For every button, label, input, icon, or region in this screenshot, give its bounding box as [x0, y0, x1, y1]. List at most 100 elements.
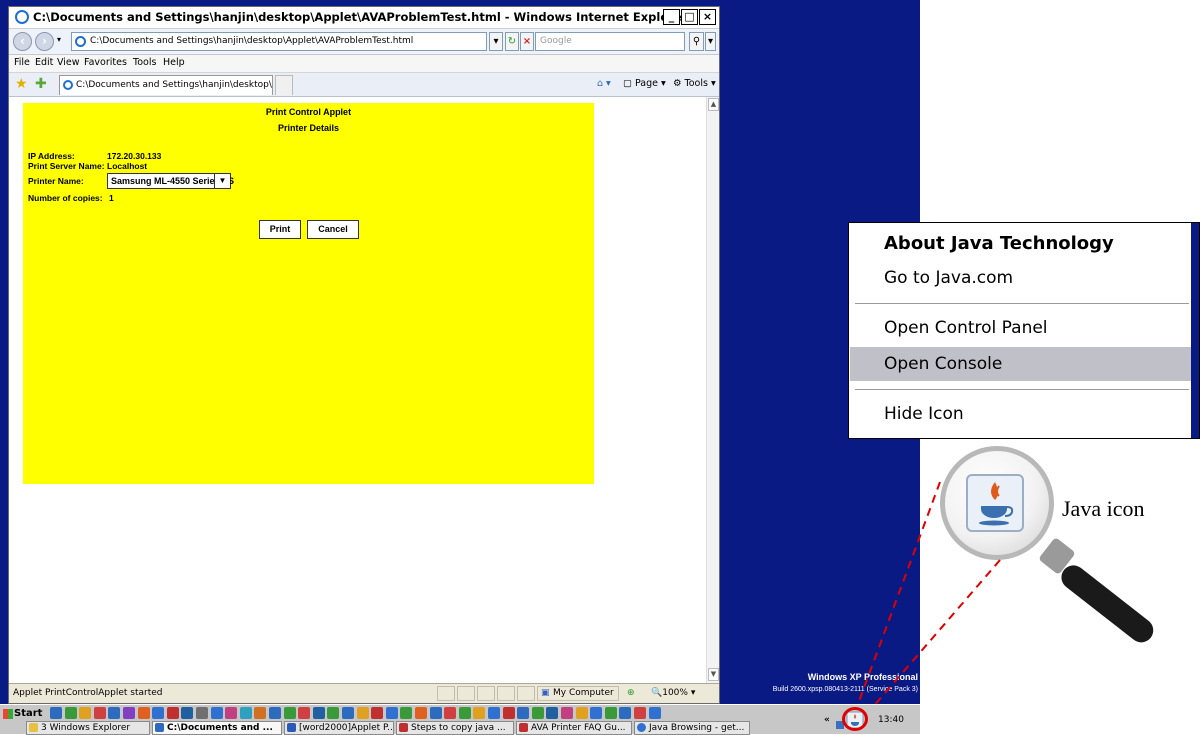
quick-launch-icon[interactable]	[342, 707, 354, 719]
quick-launch-icon[interactable]	[634, 707, 646, 719]
minimize-button[interactable]: _	[663, 9, 680, 25]
quick-launch-icon[interactable]	[590, 707, 603, 719]
tools-menu[interactable]: ⚙ Tools ▾	[673, 78, 716, 89]
quick-launch-icon[interactable]	[488, 707, 500, 719]
tray-expand-icon[interactable]: «	[824, 715, 830, 725]
back-arrow-icon[interactable]: ‹	[13, 32, 32, 51]
zoom-level[interactable]: 🔍100% ▾	[651, 688, 695, 698]
quick-launch-icon[interactable]	[371, 707, 384, 719]
quick-launch-icon[interactable]	[575, 707, 588, 719]
quick-launch-icon[interactable]	[312, 707, 325, 719]
quick-launch-icon[interactable]	[458, 707, 471, 719]
quick-launch-icon[interactable]	[415, 707, 427, 719]
quick-launch-icon[interactable]	[561, 707, 573, 719]
quick-launch-icon[interactable]	[93, 707, 106, 719]
protected-mode-icon[interactable]: ⊕	[627, 688, 635, 698]
quick-launch-icon[interactable]	[152, 707, 165, 719]
quick-launch-icon[interactable]	[429, 707, 442, 719]
taskbar-label: Steps to copy java ...	[411, 723, 506, 733]
taskbar-button[interactable]: AVA Printer FAQ Gu...	[516, 721, 632, 735]
stop-icon[interactable]: ×	[520, 32, 534, 51]
scroll-up-icon[interactable]: ▲	[708, 98, 719, 111]
menu-go-to-java[interactable]: Go to Java.com	[850, 261, 1192, 295]
home-icon[interactable]: ⌂ ▾	[597, 78, 611, 89]
quick-launch-icon[interactable]	[123, 707, 135, 719]
printer-name-select[interactable]: Samsung ML-4550 Series PS ▼	[107, 173, 234, 189]
quick-launch-icon[interactable]	[517, 707, 530, 719]
quick-launch-icon[interactable]	[619, 707, 632, 719]
quick-launch-icon[interactable]	[648, 707, 661, 719]
menu-open-console[interactable]: Open Console	[850, 347, 1192, 381]
quick-launch-icon[interactable]	[79, 707, 92, 719]
quick-launch-icon[interactable]	[283, 707, 296, 719]
favorites-star-icon[interactable]: ★	[15, 76, 28, 92]
quick-launch-icon[interactable]	[108, 707, 121, 719]
quick-launch-icon[interactable]	[385, 707, 398, 719]
quick-launch-icon[interactable]	[166, 707, 179, 719]
vertical-scrollbar[interactable]: ▲ ▼	[706, 97, 719, 683]
taskbar-label: AVA Printer FAQ Gu...	[531, 723, 626, 733]
quick-launch-icon[interactable]	[254, 707, 267, 719]
quick-launch-icon[interactable]	[239, 707, 252, 719]
quick-launch-icon[interactable]	[137, 707, 150, 719]
taskbar-button[interactable]: 3 Windows Explorer	[26, 721, 150, 735]
scroll-down-icon[interactable]: ▼	[708, 668, 719, 681]
quick-launch-icon[interactable]	[444, 707, 457, 719]
quick-launch-icon[interactable]	[50, 707, 62, 719]
search-options-icon[interactable]: ▾	[705, 32, 716, 51]
address-input[interactable]: C:\Documents and Settings\hanjin\desktop…	[71, 32, 487, 51]
quick-launch-icon[interactable]	[64, 707, 77, 719]
quick-launch-icon[interactable]	[604, 707, 617, 719]
start-button[interactable]: Start	[2, 707, 46, 721]
menu-edit[interactable]: Edit	[35, 57, 53, 68]
tray-icon-highlight	[842, 707, 868, 731]
chevron-down-icon[interactable]: ▼	[214, 174, 230, 188]
menu-tools[interactable]: Tools	[133, 57, 156, 68]
status-cell	[477, 686, 495, 701]
forward-arrow-icon[interactable]: ›	[35, 32, 54, 51]
quick-launch-icon[interactable]	[400, 707, 413, 719]
refresh-icon[interactable]: ↻	[505, 32, 519, 51]
search-input[interactable]: Google	[535, 32, 685, 51]
quick-launch-icon[interactable]	[356, 707, 369, 719]
print-server-value: Localhost	[107, 161, 148, 171]
page-menu[interactable]: ▢ Page ▾	[623, 78, 666, 89]
menu-open-control-panel[interactable]: Open Control Panel	[850, 311, 1192, 345]
cancel-button[interactable]: Cancel	[307, 220, 359, 239]
quick-launch-icon[interactable]	[473, 707, 486, 719]
taskbar-button[interactable]: Java Browsing - get...	[634, 721, 750, 735]
quick-launch-icon[interactable]	[196, 707, 208, 719]
taskbar-button-active[interactable]: C:\Documents and ...	[152, 721, 282, 735]
menu-about-java[interactable]: About Java Technology	[850, 227, 1192, 261]
quick-launch-icon[interactable]	[327, 707, 340, 719]
quick-launch-icon[interactable]	[531, 707, 544, 719]
quick-launch-icon[interactable]	[546, 707, 559, 719]
taskbar-button[interactable]: [word2000]Applet P...	[284, 721, 394, 735]
menu-file[interactable]: File	[14, 57, 30, 68]
address-dropdown-icon[interactable]: ▾	[489, 32, 503, 51]
close-button[interactable]: ×	[699, 9, 716, 25]
print-button[interactable]: Print	[259, 220, 301, 239]
quick-launch-icon[interactable]	[298, 707, 311, 719]
quick-launch-icon[interactable]	[225, 707, 238, 719]
windows-flag-icon	[3, 709, 13, 719]
menu-view[interactable]: View	[57, 57, 80, 68]
search-icon[interactable]: ⚲	[689, 32, 704, 51]
status-text: Applet PrintControlApplet started	[13, 688, 163, 698]
taskbar-button[interactable]: Steps to copy java ...	[396, 721, 514, 735]
menu-help[interactable]: Help	[163, 57, 185, 68]
quick-launch-icon[interactable]	[210, 707, 223, 719]
quick-launch-icon[interactable]	[181, 707, 194, 719]
quick-launch-icon[interactable]	[502, 707, 515, 719]
tab-label: C:\Documents and Settings\hanjin\desktop…	[76, 80, 272, 90]
folder-icon	[29, 723, 38, 732]
menu-hide-icon[interactable]: Hide Icon	[850, 397, 1192, 431]
tab-current[interactable]: C:\Documents and Settings\hanjin\desktop…	[59, 75, 273, 95]
title-bar[interactable]: C:\Documents and Settings\hanjin\desktop…	[9, 7, 719, 29]
maximize-button[interactable]: □	[681, 9, 698, 25]
new-tab-button[interactable]	[275, 75, 293, 95]
quick-launch-icon[interactable]	[269, 707, 281, 719]
menu-favorites[interactable]: Favorites	[84, 57, 127, 68]
recent-pages-icon[interactable]: ▾	[57, 35, 61, 44]
add-favorite-icon[interactable]: ✚	[35, 76, 47, 92]
